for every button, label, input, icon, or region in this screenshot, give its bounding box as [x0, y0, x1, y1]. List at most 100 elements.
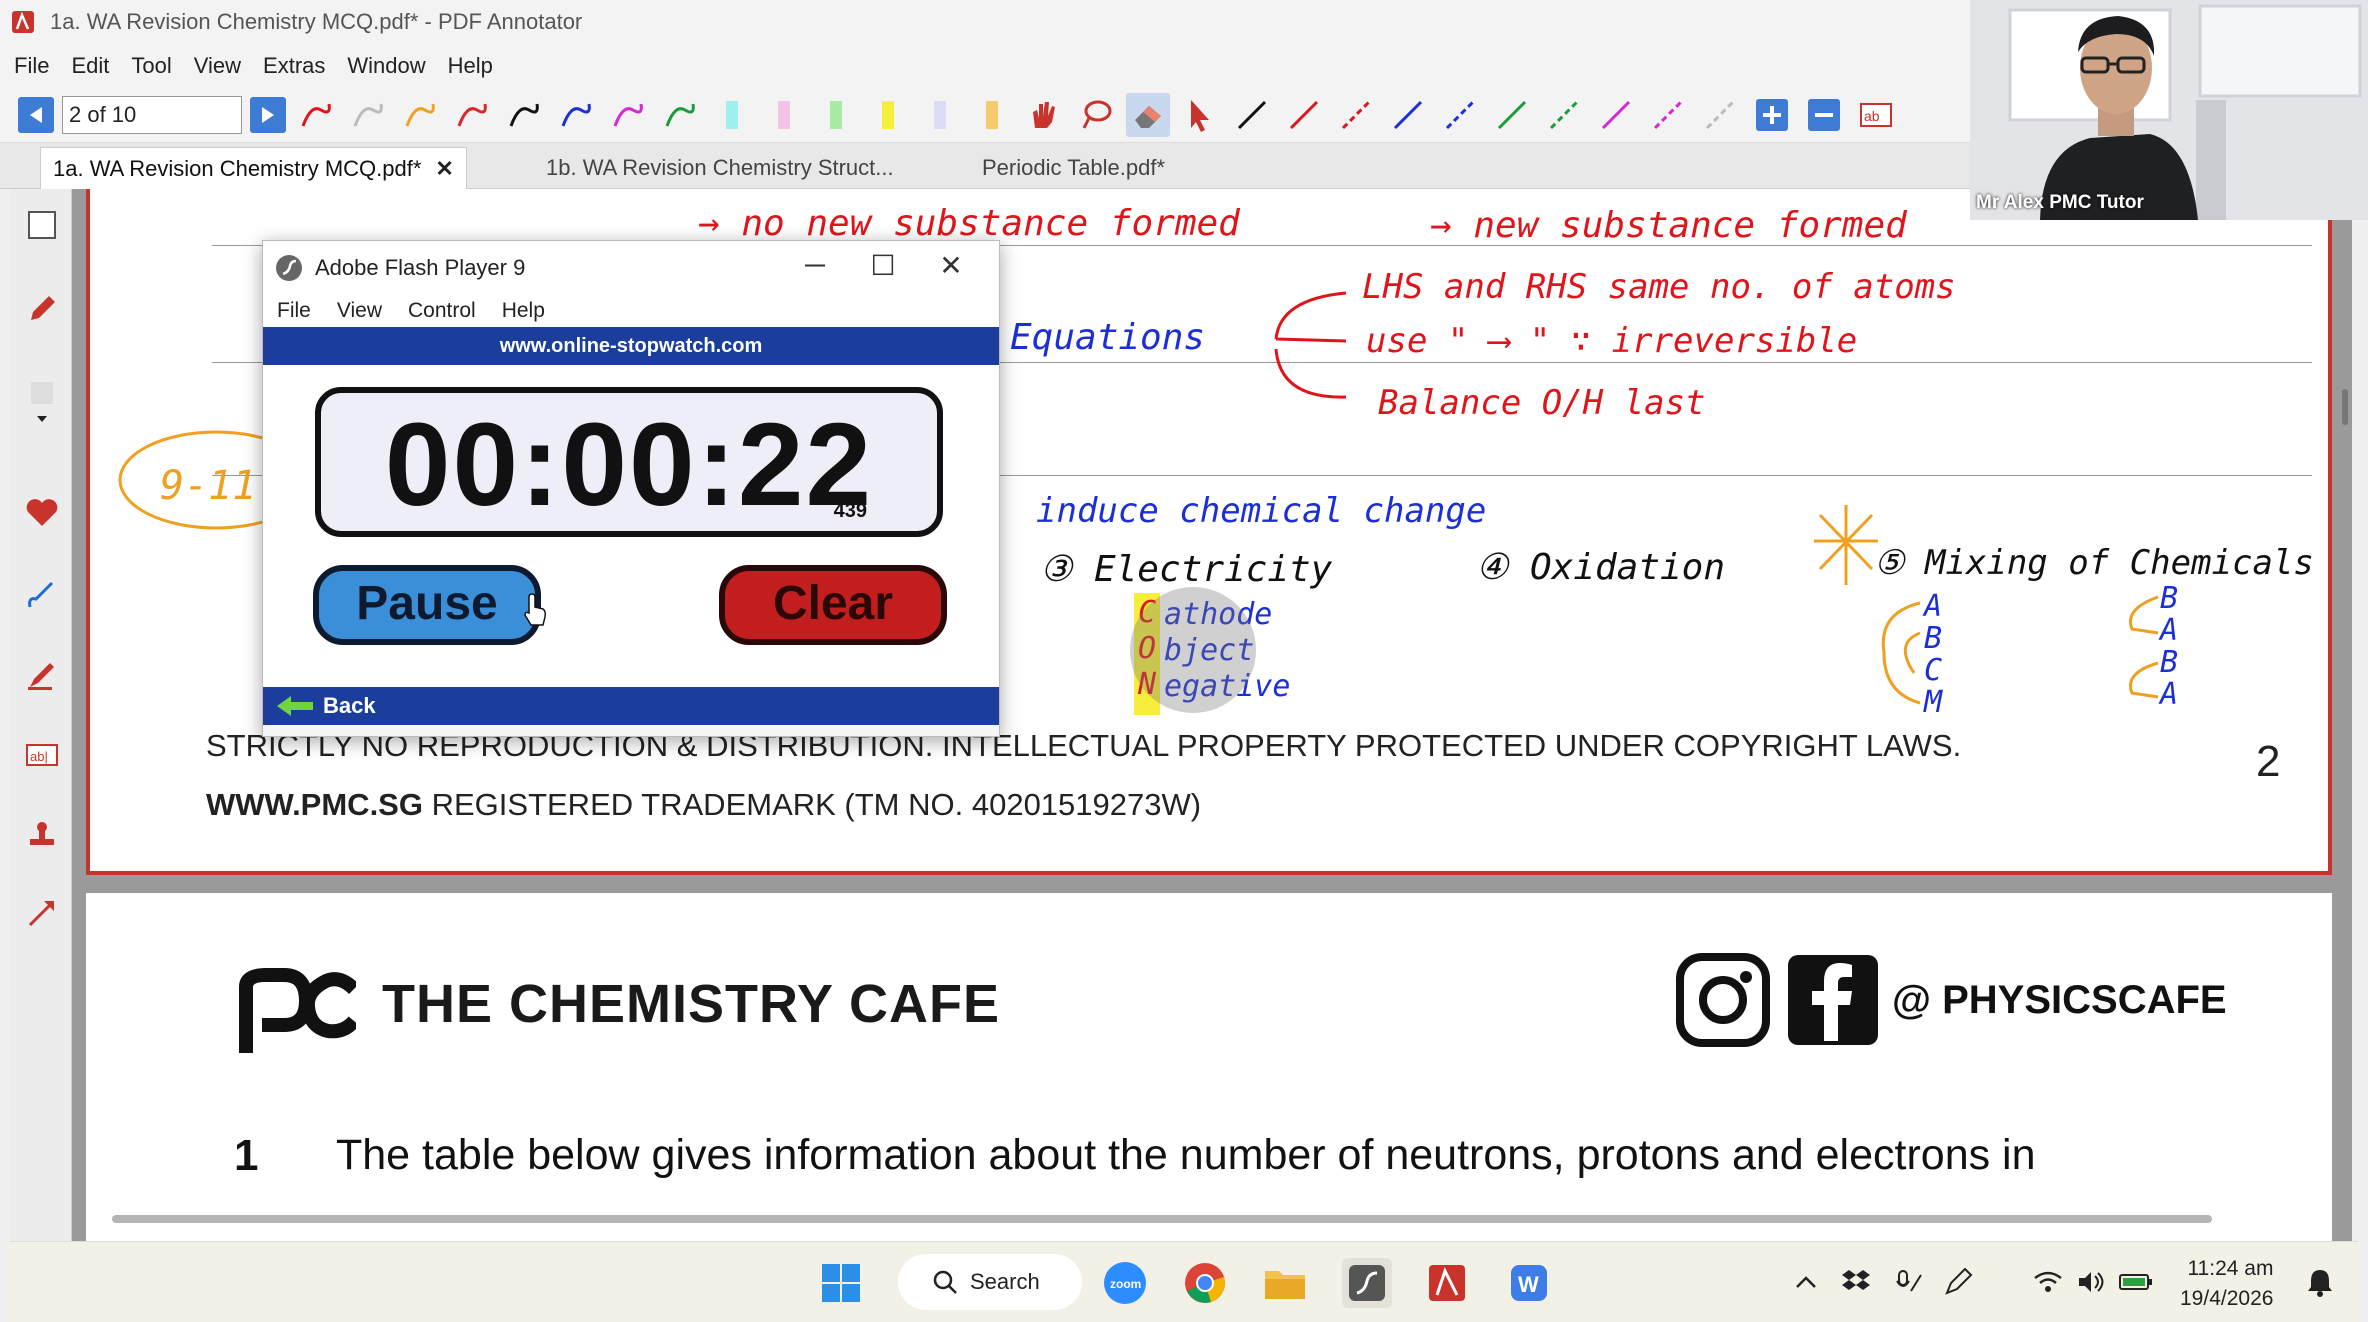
line-magenta-dashed-icon[interactable] — [1646, 93, 1690, 137]
highlighter-cyan-icon[interactable] — [710, 93, 754, 137]
question-number: 1 — [234, 1131, 259, 1180]
page-thumbnail-icon[interactable] — [22, 205, 62, 245]
annot-equations: Equations — [1010, 317, 1206, 358]
line-magenta-icon[interactable] — [1594, 93, 1638, 137]
annot-b2: B — [2160, 645, 2179, 680]
taskbar-search[interactable]: Search — [898, 1254, 1082, 1310]
pen-black-icon[interactable] — [502, 93, 546, 137]
text-field-icon[interactable]: ab| — [22, 735, 62, 775]
scroll-stepper-icon[interactable] — [22, 382, 62, 425]
notification-bell-icon[interactable] — [2302, 1264, 2338, 1300]
pen-menu-icon[interactable] — [1940, 1264, 1976, 1300]
arrow-tool-icon[interactable] — [22, 893, 62, 933]
pause-button[interactable]: Pause — [313, 565, 541, 645]
flash-menu-control[interactable]: Control — [408, 299, 476, 323]
pen-red-icon[interactable] — [294, 93, 338, 137]
pdf-annotator-taskbar-icon[interactable] — [1422, 1258, 1472, 1308]
tab-periodic[interactable]: Periodic Table.pdf* — [970, 147, 1177, 189]
highlighter-pink-icon[interactable] — [762, 93, 806, 137]
pen-magenta-icon[interactable] — [606, 93, 650, 137]
menu-tool[interactable]: Tool — [131, 53, 171, 79]
annot-mixing: ⑤ Mixing of Chemicals — [1874, 543, 2314, 583]
search-label: Search — [970, 1269, 1040, 1294]
menu-extras[interactable]: Extras — [263, 53, 325, 79]
heart-icon[interactable] — [22, 493, 62, 533]
text-box-icon[interactable]: ab — [1854, 93, 1898, 137]
lasso-icon[interactable] — [1074, 93, 1118, 137]
tab-bar: 1a. WA Revision Chemistry MCQ.pdf* ✕ 1b.… — [0, 143, 1970, 189]
chevron-up-icon[interactable] — [1788, 1264, 1824, 1300]
zoom-out-icon[interactable] — [1802, 93, 1846, 137]
page-number-input[interactable] — [62, 95, 242, 134]
zoom-in-icon[interactable] — [1750, 93, 1794, 137]
line-blue-icon[interactable] — [1386, 93, 1430, 137]
vertical-scrollbar[interactable] — [2342, 389, 2348, 425]
back-button[interactable]: Back — [263, 687, 999, 725]
highlighter-green-icon[interactable] — [814, 93, 858, 137]
file-explorer-icon[interactable] — [1260, 1258, 1310, 1308]
eraser-icon[interactable] — [1126, 92, 1170, 137]
dropbox-icon[interactable] — [1838, 1264, 1874, 1300]
volume-icon[interactable] — [2074, 1264, 2110, 1300]
tab-struct[interactable]: 1b. WA Revision Chemistry Struct... — [534, 147, 906, 189]
stopwatch-banner[interactable]: www.online-stopwatch.com — [263, 327, 999, 365]
chrome-icon[interactable] — [1180, 1258, 1230, 1308]
highlighter-lavender-icon[interactable] — [918, 93, 962, 137]
select-arrow-icon[interactable] — [1178, 93, 1222, 137]
pen-orange-icon[interactable] — [398, 93, 442, 137]
minimize-button[interactable]: ─ — [787, 249, 843, 281]
trademark-notice: WWW.PMC.SG REGISTERED TRADEMARK (TM NO. … — [206, 787, 1201, 823]
line-red-icon[interactable] — [1282, 93, 1326, 137]
pen-swirl-icon[interactable] — [22, 575, 62, 615]
battery-icon[interactable] — [2118, 1264, 2154, 1300]
hand-cursor-icon — [524, 593, 546, 626]
menu-view[interactable]: View — [194, 53, 241, 79]
pen-light-icon[interactable] — [346, 93, 390, 137]
mic-pen-icon[interactable] — [1890, 1264, 1926, 1300]
hand-icon[interactable] — [1022, 93, 1066, 137]
line-gray-dashed-icon[interactable] — [1698, 93, 1742, 137]
menu-help[interactable]: Help — [448, 53, 493, 79]
line-black-icon[interactable] — [1230, 93, 1274, 137]
whiteboard-icon[interactable]: W — [1504, 1258, 1554, 1308]
flash-menu-file[interactable]: File — [277, 299, 311, 323]
highlighter-yellow-icon[interactable] — [866, 93, 910, 137]
horizontal-scrollbar[interactable] — [112, 1215, 2212, 1223]
highlighter-icon[interactable] — [22, 655, 62, 695]
zoom-app-icon[interactable]: zoom — [1100, 1258, 1150, 1308]
pen-red2-icon[interactable] — [450, 93, 494, 137]
facebook-icon — [1788, 955, 1878, 1045]
flash-player-window[interactable]: Adobe Flash Player 9 ─ ☐ ✕ File View Con… — [262, 240, 1000, 737]
line-green-icon[interactable] — [1490, 93, 1534, 137]
flash-taskbar-icon[interactable] — [1342, 1258, 1392, 1308]
pencil-icon[interactable] — [22, 289, 62, 329]
line-blue-dashed-icon[interactable] — [1438, 93, 1482, 137]
tab-periodic-label: Periodic Table.pdf* — [982, 155, 1166, 180]
arrow-left-icon — [30, 106, 42, 123]
taskbar-clock[interactable]: 11:24 am 19/4/2026 — [2180, 1254, 2273, 1314]
menu-edit[interactable]: Edit — [71, 53, 109, 79]
highlighter-orange-icon[interactable] — [970, 93, 1014, 137]
flash-menu-help[interactable]: Help — [502, 299, 545, 323]
timer-milliseconds: 439 — [833, 500, 867, 522]
flash-menu-view[interactable]: View — [337, 299, 382, 323]
clear-button[interactable]: Clear — [719, 565, 947, 645]
windows-start-icon[interactable] — [816, 1258, 866, 1308]
close-window-button[interactable]: ✕ — [923, 249, 979, 282]
stamp-icon[interactable] — [22, 815, 62, 855]
line-green-dashed-icon[interactable] — [1542, 93, 1586, 137]
previous-page-button[interactable] — [18, 96, 54, 133]
question-text: The table below gives information about … — [336, 1131, 2036, 1179]
next-page-button[interactable] — [250, 96, 286, 133]
wifi-icon[interactable] — [2030, 1264, 2066, 1300]
menu-window[interactable]: Window — [347, 53, 425, 79]
maximize-button[interactable]: ☐ — [855, 249, 911, 282]
line-red-dashed-icon[interactable] — [1334, 93, 1378, 137]
pen-blue-icon[interactable] — [554, 93, 598, 137]
flash-title: Adobe Flash Player 9 — [315, 255, 526, 280]
menu-bar: File Edit Tool View Extras Window Help — [0, 44, 1970, 87]
close-icon[interactable]: ✕ — [435, 156, 453, 182]
menu-file[interactable]: File — [14, 53, 49, 79]
tab-mcq[interactable]: 1a. WA Revision Chemistry MCQ.pdf* ✕ — [40, 147, 467, 189]
pen-green-icon[interactable] — [658, 93, 702, 137]
